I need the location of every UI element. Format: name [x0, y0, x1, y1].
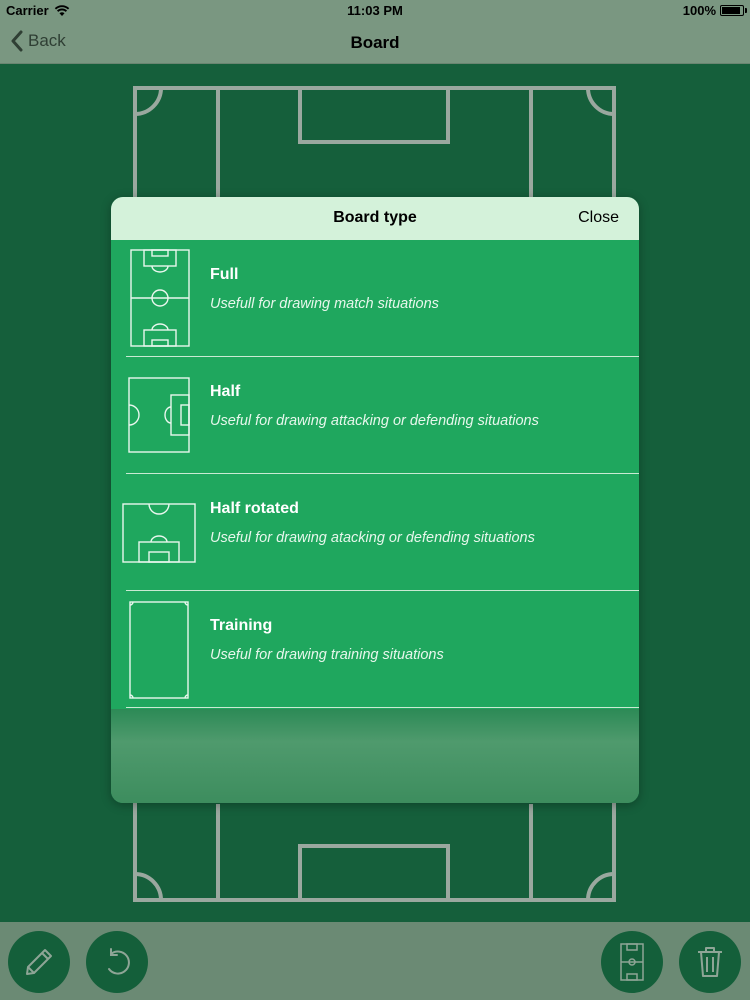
board-option-training[interactable]: Training Useful for drawing training sit… [111, 591, 639, 708]
modal-header: Board type Close [111, 197, 639, 240]
board-type-button[interactable] [601, 931, 663, 993]
pencil-button[interactable] [8, 931, 70, 993]
close-button[interactable]: Close [578, 209, 619, 227]
board-option-half[interactable]: Half Useful for drawing attacking or def… [111, 357, 639, 474]
option-label: Half rotated [210, 500, 299, 517]
divider [126, 707, 639, 708]
full-pitch-icon [130, 249, 190, 347]
bottom-toolbar [0, 922, 750, 1000]
battery-percent: 100% [682, 3, 716, 18]
battery-info: 100% [682, 3, 747, 18]
option-label: Training [210, 617, 273, 634]
option-label: Half [210, 383, 241, 400]
trash-button[interactable] [679, 931, 741, 993]
option-description: Usefull for drawing match situations [210, 296, 439, 312]
pencil-icon [26, 949, 52, 975]
undo-icon [108, 948, 130, 975]
undo-button[interactable] [86, 931, 148, 993]
board-option-half-rotated[interactable]: Half rotated Useful for drawing atacking… [111, 474, 639, 591]
modal-footer [111, 709, 639, 803]
option-description: Useful for drawing attacking or defendin… [210, 413, 539, 429]
option-description: Useful for drawing atacking or defending… [210, 530, 535, 546]
half-pitch-icon [128, 377, 190, 453]
page-title: Board [350, 33, 400, 52]
status-time: 11:03 PM [347, 3, 403, 18]
navigation-bar: Back Board [0, 22, 750, 64]
option-description: Useful for drawing training situations [210, 647, 444, 663]
status-bar: Carrier 11:03 PM 100% [0, 0, 750, 22]
trash-icon [698, 947, 722, 977]
modal-title: Board type [333, 209, 417, 226]
option-label: Full [210, 266, 239, 283]
training-pitch-icon [129, 601, 189, 699]
battery-icon [720, 5, 747, 16]
half-rotated-pitch-icon [122, 503, 196, 563]
board-type-icon [620, 943, 644, 981]
board-option-full[interactable]: Full Usefull for drawing match situation… [111, 240, 639, 357]
board-type-modal: Board type Close Full Usefull for drawin… [111, 197, 639, 803]
